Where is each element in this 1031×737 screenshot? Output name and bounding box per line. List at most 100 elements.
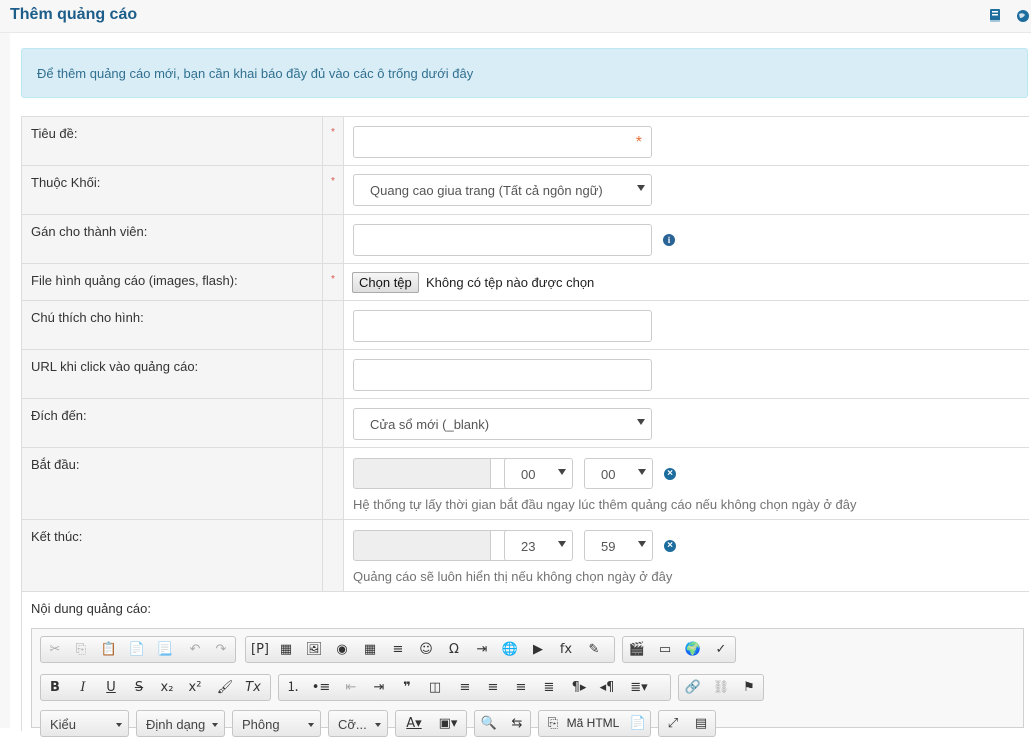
preview-icon[interactable]: 📄 xyxy=(627,713,649,734)
subscript-icon[interactable]: x₂ xyxy=(156,677,178,698)
align-center-icon[interactable]: ≡ xyxy=(482,677,504,698)
choose-file-button[interactable]: Chọn tệp xyxy=(352,272,419,293)
blockquote-icon[interactable]: ❞ xyxy=(396,677,418,698)
url-label: URL khi click vào quảng cáo: xyxy=(31,359,199,374)
required-spacer xyxy=(322,215,344,263)
url-input[interactable] xyxy=(353,359,652,391)
book-icon[interactable] xyxy=(988,8,1002,24)
copy-icon[interactable]: ⎘ xyxy=(70,639,92,660)
ltr-icon[interactable]: ¶▸ xyxy=(568,677,590,698)
iframe-icon[interactable]: 🌐 xyxy=(499,639,521,660)
start-hour-select[interactable]: 00 xyxy=(504,458,573,489)
caption-input[interactable] xyxy=(353,310,652,342)
template-icon[interactable]: ✎ xyxy=(583,639,605,660)
show-blocks-view-icon[interactable]: ▤ xyxy=(690,713,712,734)
anchor-flag-icon[interactable]: ⚑ xyxy=(738,677,760,698)
youtube-icon[interactable]: ▶ xyxy=(527,639,549,660)
end-label: Kết thúc: xyxy=(31,529,83,544)
paste-icon[interactable]: 📋 xyxy=(98,639,120,660)
end-minute-select[interactable]: 59 xyxy=(584,530,653,561)
globe-link-icon[interactable]: 🌍 xyxy=(682,639,704,660)
outdent-icon[interactable]: ⇤ xyxy=(340,677,362,698)
div-container-icon[interactable]: ◫ xyxy=(424,677,446,698)
link-icon[interactable]: 🔗 xyxy=(682,677,704,698)
font-combo[interactable]: Phông xyxy=(232,710,321,737)
end-help-text: Quảng cáo sẽ luôn hiển thị nếu không chọ… xyxy=(353,569,673,584)
find-icon[interactable]: 🔍 xyxy=(478,713,500,734)
toolbar-media-group: 🎬 ▭ 🌍 ✓ xyxy=(622,636,736,663)
row-member: Gán cho thành viên: i xyxy=(21,214,1029,263)
flash-icon[interactable]: ◉ xyxy=(331,639,353,660)
image-icon[interactable]: 🖼 xyxy=(303,639,325,660)
underline-icon[interactable]: U xyxy=(100,677,122,698)
paste-text-icon[interactable]: 📄 xyxy=(126,639,148,660)
maximize-icon[interactable]: ⤢ xyxy=(662,713,684,734)
rtl-icon[interactable]: ◂¶ xyxy=(596,677,618,698)
end-hour-value: 23 xyxy=(521,539,536,554)
start-minute-select[interactable]: 00 xyxy=(584,458,653,489)
start-date-input[interactable] xyxy=(353,458,491,489)
title-input[interactable]: * xyxy=(353,126,652,158)
special-char-icon[interactable]: Ω xyxy=(443,639,465,660)
member-input[interactable] xyxy=(353,224,652,256)
horizontal-line-icon[interactable]: ≡ xyxy=(387,639,409,660)
replace-icon[interactable]: ⇆ xyxy=(506,713,528,734)
end-hour-select[interactable]: 23 xyxy=(504,530,573,561)
row-start: Bắt đầu: 00 00 × Hệ thống tự lấy thời gi… xyxy=(21,447,1029,519)
start-label: Bắt đầu: xyxy=(31,457,80,472)
font-combo-label: Phông xyxy=(242,717,280,732)
row-title: Tiêu đề: * * xyxy=(21,116,1029,165)
redo-icon[interactable]: ↷ xyxy=(210,639,232,660)
superscript-icon[interactable]: x² xyxy=(184,677,206,698)
format-combo[interactable]: Định dạng xyxy=(136,710,225,737)
chevron-down-icon xyxy=(558,469,566,475)
bullet-list-icon[interactable]: •≡ xyxy=(310,677,332,698)
formula-icon[interactable]: fx xyxy=(555,639,577,660)
chevron-down-icon xyxy=(308,723,314,727)
row-url: URL khi click vào quảng cáo: xyxy=(21,349,1029,398)
remove-format-icon[interactable]: Tx xyxy=(242,677,264,698)
globe-icon[interactable] xyxy=(1016,8,1030,24)
language-icon[interactable]: ≣▾ xyxy=(624,677,654,698)
target-label: Đích đến: xyxy=(31,408,87,423)
paragraph-icon[interactable]: [P] xyxy=(249,639,271,660)
clear-start-icon[interactable]: × xyxy=(664,468,676,480)
bg-color-icon[interactable]: ▣▾ xyxy=(433,713,463,734)
spellcheck-icon[interactable]: ✓ xyxy=(710,639,732,660)
form-icon[interactable]: ▭ xyxy=(654,639,676,660)
styles-combo[interactable]: Kiểu xyxy=(40,710,129,737)
end-date-input[interactable] xyxy=(353,530,491,561)
info-icon[interactable]: i xyxy=(663,234,675,246)
table-icon[interactable]: ▦ xyxy=(359,639,381,660)
target-select[interactable]: Cửa sổ mới (_blank) xyxy=(353,408,652,440)
numbered-list-icon[interactable]: ⒈ xyxy=(282,677,304,698)
copy-format-icon[interactable]: 🖌 xyxy=(214,677,236,698)
smiley-icon[interactable]: ☺ xyxy=(415,639,437,660)
file-status: Không có tệp nào được chọn xyxy=(426,275,595,290)
cut-icon[interactable]: ✂ xyxy=(44,639,66,660)
row-block: Thuộc Khối: * Quang cao giua trang (Tất … xyxy=(21,165,1029,214)
bold-icon[interactable]: B xyxy=(44,677,66,698)
clear-end-icon[interactable]: × xyxy=(664,540,676,552)
align-left-icon[interactable]: ≡ xyxy=(454,677,476,698)
align-right-icon[interactable]: ≡ xyxy=(510,677,532,698)
source-icon[interactable]: ⎘ xyxy=(542,713,564,734)
justify-icon[interactable]: ≣ xyxy=(538,677,560,698)
size-combo[interactable]: Cỡ... xyxy=(328,710,388,737)
unlink-icon[interactable]: ⛓ xyxy=(710,677,732,698)
italic-icon[interactable]: I xyxy=(72,677,94,698)
show-blocks-icon[interactable]: ▦ xyxy=(275,639,297,660)
source-html-button[interactable]: Mã HTML xyxy=(564,713,622,734)
indent-icon[interactable]: ⇥ xyxy=(368,677,390,698)
row-target: Đích đến: Cửa sổ mới (_blank) xyxy=(21,398,1029,447)
page-break-icon[interactable]: ⇥ xyxy=(471,639,493,660)
undo-icon[interactable]: ↶ xyxy=(184,639,206,660)
paste-word-icon[interactable]: 📃 xyxy=(154,639,176,660)
required-spacer xyxy=(322,448,344,519)
video-icon[interactable]: 🎬 xyxy=(626,639,648,660)
text-color-icon[interactable]: A▾ xyxy=(399,713,429,734)
file-label: File hình quảng cáo (images, flash): xyxy=(31,273,238,288)
strike-icon[interactable]: S xyxy=(128,677,150,698)
block-select[interactable]: Quang cao giua trang (Tất cả ngôn ngữ) xyxy=(353,174,652,206)
size-combo-label: Cỡ... xyxy=(338,717,367,732)
